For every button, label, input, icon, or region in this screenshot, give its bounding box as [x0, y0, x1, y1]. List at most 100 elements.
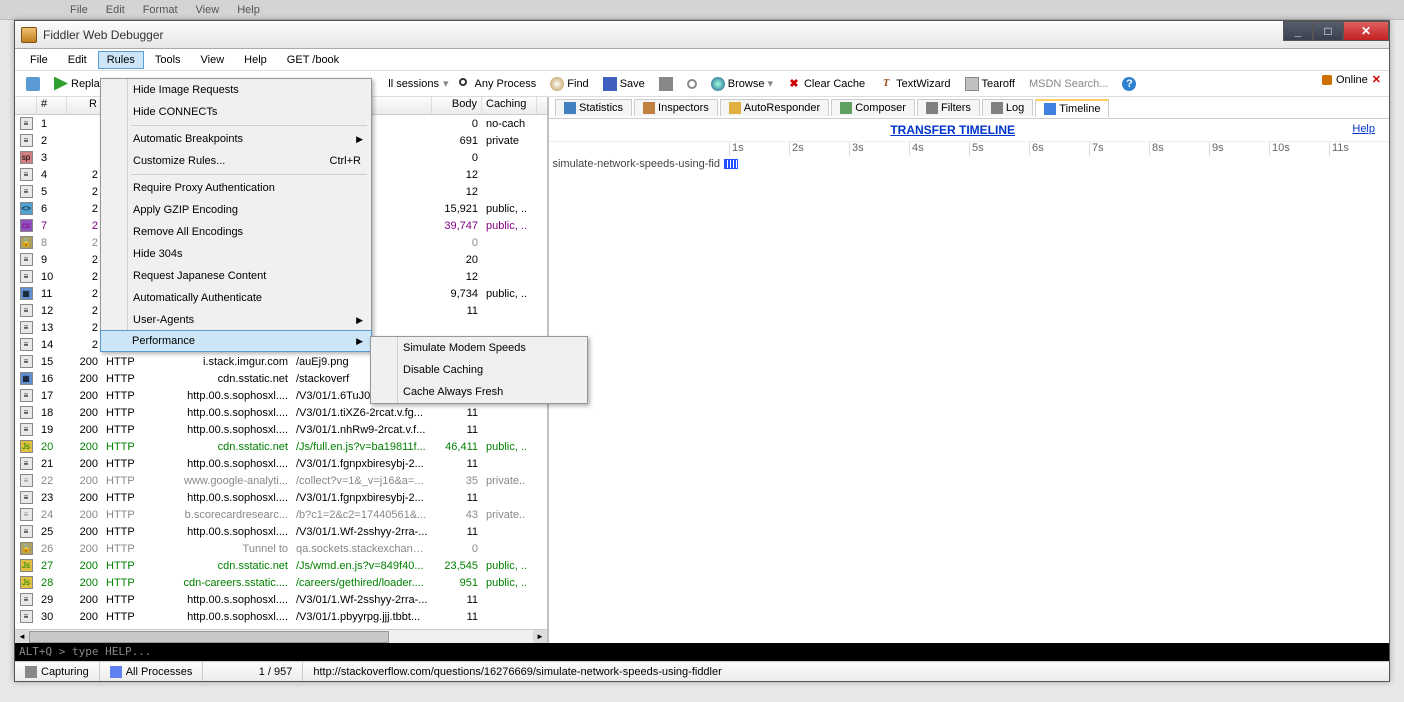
session-row[interactable]: ≡29200HTTPhttp.00.s.sophosxl..../V3/01/1… — [15, 591, 547, 608]
menu-item[interactable]: Request Japanese Content — [101, 265, 371, 287]
timeline-body: 1s2s3s4s5s6s7s8s9s10s11s simulate-networ… — [549, 141, 1389, 643]
detail-pane: StatisticsInspectorsAutoResponderCompose… — [549, 97, 1389, 643]
tab-statistics[interactable]: Statistics — [555, 99, 632, 116]
menu-item[interactable]: Hide Image Requests — [101, 79, 371, 101]
menu-item[interactable]: Automatically Authenticate — [101, 287, 371, 309]
online-icon — [1322, 75, 1332, 85]
help-button[interactable]: ? — [1117, 75, 1141, 93]
menu-item[interactable]: Apply GZIP Encoding — [101, 199, 371, 221]
session-row[interactable]: ≡22200HTTPwww.google-analyti.../collect?… — [15, 472, 547, 489]
session-row[interactable]: 🔒26200HTTPTunnel toqa.sockets.stackexcha… — [15, 540, 547, 557]
menu-getbook[interactable]: GET /book — [278, 51, 348, 69]
menu-item[interactable]: Remove All Encodings — [101, 221, 371, 243]
menu-item[interactable]: Hide CONNECTs — [101, 101, 371, 123]
tab-composer[interactable]: Composer — [831, 99, 915, 116]
timeline-bar — [724, 159, 738, 169]
horizontal-scrollbar[interactable]: ◄ ► — [15, 629, 547, 643]
menu-tools[interactable]: Tools — [146, 51, 190, 69]
textwizard-button[interactable]: TTextWizard — [874, 75, 955, 93]
remove-sessions-label[interactable]: ll sessions — [388, 78, 439, 90]
col-body[interactable]: Body — [432, 97, 482, 114]
tab-autoresponder[interactable]: AutoResponder — [720, 99, 829, 116]
close-toolbar-button[interactable]: ✕ — [1372, 73, 1381, 86]
session-row[interactable]: ≡24200HTTPb.scorecardresearc.../b?c1=2&c… — [15, 506, 547, 523]
menu-item[interactable]: Require Proxy Authentication — [101, 177, 371, 199]
outer-menu-edit[interactable]: Edit — [106, 4, 125, 16]
maximize-button[interactable]: □ — [1313, 21, 1343, 41]
session-row[interactable]: ≡19200HTTPhttp.00.s.sophosxl..../V3/01/1… — [15, 421, 547, 438]
rules-menu-dropdown: Hide Image RequestsHide CONNECTs Automati… — [100, 78, 372, 352]
any-process-button[interactable]: Any Process — [453, 75, 542, 93]
session-type-icon: ≡ — [20, 270, 33, 283]
tab-icon — [840, 102, 852, 114]
tab-timeline[interactable]: Timeline — [1035, 99, 1109, 117]
outer-menu-help[interactable]: Help — [237, 4, 260, 16]
menu-file[interactable]: File — [21, 51, 57, 69]
col-caching[interactable]: Caching — [482, 97, 537, 114]
scroll-left-arrow[interactable]: ◄ — [15, 630, 29, 643]
session-type-icon: ≡ — [20, 304, 33, 317]
tab-inspectors[interactable]: Inspectors — [634, 99, 718, 116]
find-button[interactable]: Find — [545, 75, 593, 93]
session-row[interactable]: ≡21200HTTPhttp.00.s.sophosxl..../V3/01/1… — [15, 455, 547, 472]
capturing-cell[interactable]: Capturing — [15, 662, 100, 681]
menu-rules[interactable]: Rules — [98, 51, 144, 69]
clear-cache-button[interactable]: ✖Clear Cache — [782, 75, 870, 93]
timer-icon — [687, 79, 697, 89]
tab-filters[interactable]: Filters — [917, 99, 980, 116]
session-row[interactable]: Js28200HTTPcdn-careers.sstatic..../caree… — [15, 574, 547, 591]
col-result[interactable]: R — [67, 97, 102, 114]
timer-button[interactable] — [682, 77, 702, 91]
tab-log[interactable]: Log — [982, 99, 1033, 116]
detail-tabs: StatisticsInspectorsAutoResponderCompose… — [549, 97, 1389, 119]
help-link[interactable]: Help — [1352, 123, 1385, 135]
menu-item[interactable]: Automatic Breakpoints▶ — [101, 128, 371, 150]
session-row[interactable]: ≡18200HTTPhttp.00.s.sophosxl..../V3/01/1… — [15, 404, 547, 421]
session-type-icon: ≡ — [20, 389, 33, 402]
submenu-item[interactable]: Cache Always Fresh — [371, 381, 587, 403]
tab-icon — [991, 102, 1003, 114]
session-row[interactable]: ≡25200HTTPhttp.00.s.sophosxl..../V3/01/1… — [15, 523, 547, 540]
menu-item[interactable]: Performance▶ — [100, 330, 372, 352]
outer-menu-file[interactable]: File — [70, 4, 88, 16]
browse-button[interactable]: Browse▾ — [706, 75, 778, 93]
menu-item[interactable]: Hide 304s — [101, 243, 371, 265]
outer-menu-view[interactable]: View — [196, 4, 220, 16]
timeline-title[interactable]: TRANSFER TIMELINE — [890, 123, 1015, 137]
menu-view[interactable]: View — [192, 51, 234, 69]
save-button[interactable]: Save — [598, 75, 650, 93]
wincfg-button[interactable] — [21, 75, 45, 93]
comment-icon — [26, 77, 40, 91]
outer-menu-format[interactable]: Format — [143, 4, 178, 16]
session-type-icon: ▦ — [20, 372, 33, 385]
titlebar[interactable]: Fiddler Web Debugger _ □ ✕ — [15, 21, 1389, 49]
session-row[interactable]: ≡30200HTTPhttp.00.s.sophosxl..../V3/01/1… — [15, 608, 547, 625]
app-icon — [21, 27, 37, 43]
session-row[interactable]: Js27200HTTPcdn.sstatic.net/Js/wmd.en.js?… — [15, 557, 547, 574]
close-button[interactable]: ✕ — [1343, 21, 1389, 41]
session-row[interactable]: ≡23200HTTPhttp.00.s.sophosxl..../V3/01/1… — [15, 489, 547, 506]
session-type-icon: ≡ — [20, 185, 33, 198]
processes-cell[interactable]: All Processes — [100, 662, 204, 681]
screenshot-button[interactable] — [654, 75, 678, 93]
session-type-icon: sp — [20, 151, 33, 164]
session-type-icon: 🔒 — [20, 542, 33, 555]
scroll-right-arrow[interactable]: ► — [533, 630, 547, 643]
col-number[interactable]: # — [37, 97, 67, 114]
menu-help[interactable]: Help — [235, 51, 276, 69]
submenu-item[interactable]: Simulate Modem Speeds — [371, 337, 587, 359]
timeline-row[interactable]: simulate-network-speeds-using-fid — [549, 156, 1389, 172]
minimize-button[interactable]: _ — [1283, 21, 1313, 41]
menu-edit[interactable]: Edit — [59, 51, 96, 69]
session-row[interactable]: Js20200HTTPcdn.sstatic.net/Js/full.en.js… — [15, 438, 547, 455]
menu-item[interactable]: Customize Rules...Ctrl+R — [101, 150, 371, 172]
menu-item[interactable]: User-Agents▶ — [101, 309, 371, 331]
submenu-item[interactable]: Disable Caching — [371, 359, 587, 381]
msdn-search[interactable]: MSDN Search... — [1024, 76, 1113, 92]
camera-icon — [659, 77, 673, 91]
help-icon: ? — [1122, 77, 1136, 91]
quickexec-bar[interactable]: ALT+Q > type HELP... — [15, 643, 1389, 661]
tearoff-button[interactable]: Tearoff — [960, 75, 1020, 93]
browse-icon — [711, 77, 725, 91]
scroll-thumb[interactable] — [29, 631, 389, 643]
